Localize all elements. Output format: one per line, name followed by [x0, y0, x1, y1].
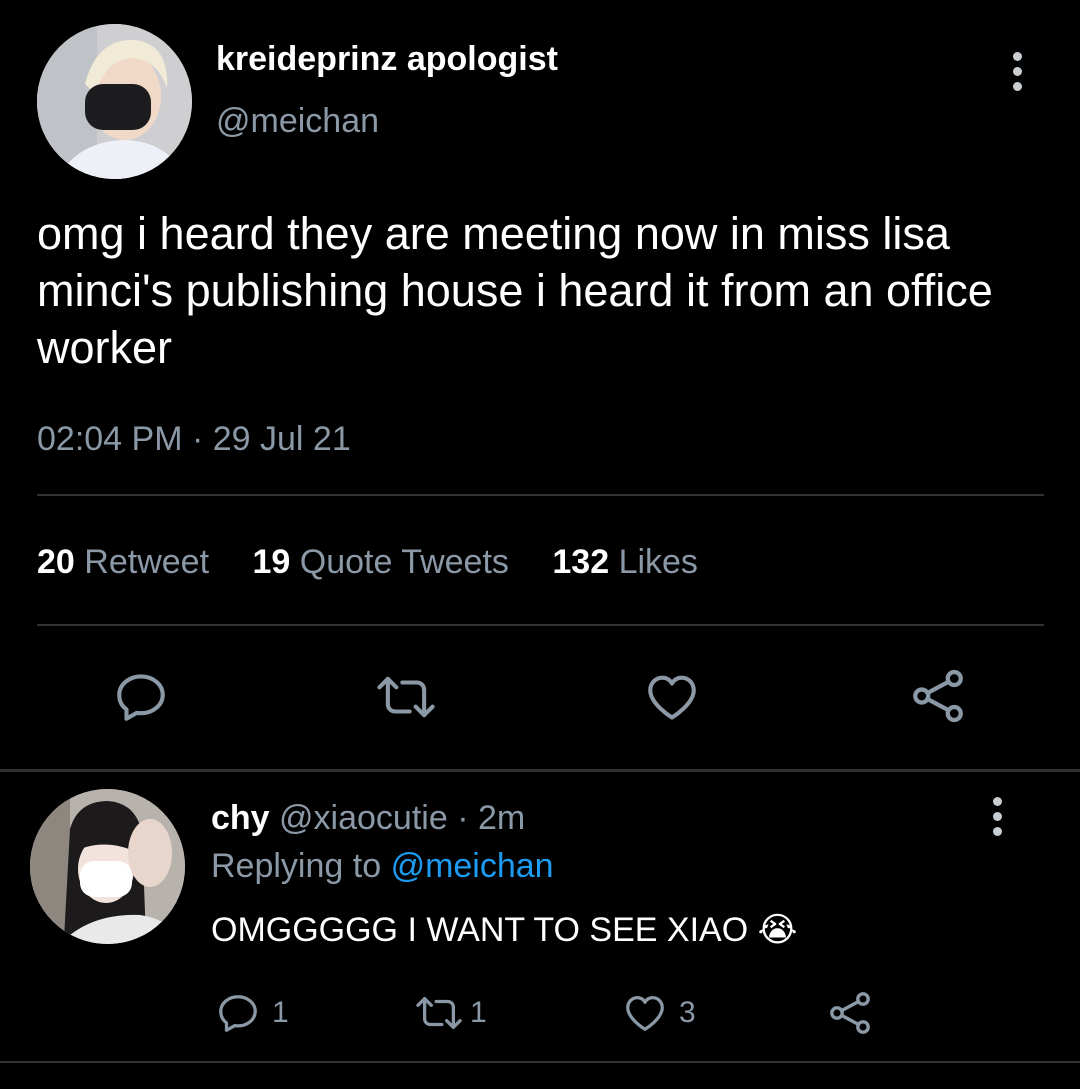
divider [0, 1061, 1080, 1063]
retweet-count[interactable]: 20 [37, 543, 75, 581]
reply-author-name[interactable]: chy [211, 799, 270, 837]
like-label[interactable]: Likes [619, 543, 698, 581]
reply-author-handle[interactable]: @xiaocutie [279, 799, 448, 837]
section-separator [0, 769, 1080, 772]
share-icon[interactable] [908, 666, 968, 726]
header-separator: · [457, 799, 469, 837]
reply-reply-action[interactable]: 1 [214, 990, 289, 1036]
retweet-icon[interactable] [412, 990, 466, 1036]
reply-share-action[interactable] [826, 990, 874, 1036]
reply-icon[interactable] [214, 990, 262, 1036]
reply-reply-count: 1 [272, 996, 289, 1029]
reply-icon[interactable] [112, 668, 170, 726]
like-icon[interactable] [642, 668, 702, 726]
crying-emoji-icon: 😭 [757, 911, 798, 949]
tweet-stats: 20 Retweet 19 Quote Tweets 132 Likes [37, 543, 732, 582]
reply-retweet-action[interactable]: 1 [412, 990, 487, 1036]
more-options-icon[interactable] [980, 797, 1014, 845]
reply-header: chy @xiaocutie · 2m [211, 799, 525, 838]
reply-text: OMGGGGG I WANT TO SEE XIAO 😭 [211, 910, 797, 950]
reply-author-avatar[interactable] [30, 789, 185, 944]
more-options-icon[interactable] [1000, 52, 1034, 100]
replying-to: Replying to @meichan [211, 847, 554, 886]
reply-like-count: 3 [679, 996, 696, 1029]
author-display-name[interactable]: kreideprinz apologist [216, 40, 558, 79]
reply-like-action[interactable]: 3 [621, 990, 696, 1036]
share-icon[interactable] [826, 989, 874, 1037]
reply-text-body: OMGGGGG I WANT TO SEE XIAO [211, 911, 749, 949]
replying-to-label: Replying to [211, 847, 382, 885]
retweet-label[interactable]: Retweet [84, 543, 209, 581]
quote-label[interactable]: Quote Tweets [300, 543, 509, 581]
tweet-timestamp[interactable]: 02:04 PM · 29 Jul 21 [37, 420, 351, 459]
like-count[interactable]: 132 [552, 543, 609, 581]
tweet-text: omg i heard they are meeting now in miss… [37, 208, 993, 373]
quote-count[interactable]: 19 [252, 543, 290, 581]
reply-retweet-count: 1 [470, 996, 487, 1029]
like-icon[interactable] [621, 990, 669, 1036]
retweet-icon[interactable] [374, 668, 438, 726]
reply-time[interactable]: 2m [478, 799, 525, 837]
author-handle[interactable]: @meichan [216, 102, 379, 141]
divider [37, 624, 1044, 626]
divider [37, 494, 1044, 496]
replying-to-handle[interactable]: @meichan [391, 847, 554, 885]
author-avatar[interactable] [37, 24, 192, 179]
